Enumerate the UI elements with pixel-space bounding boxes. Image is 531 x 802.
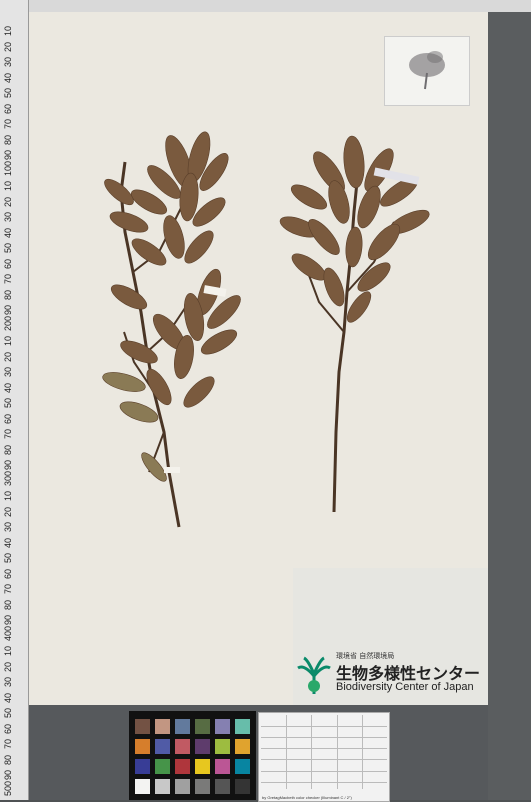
checker-patch [175,719,190,734]
biodiversity-center-logo-icon [297,656,331,694]
herbarium-specimen-image: 環境省 自然環境局 生物多様性センター Biodiversity Center … [0,0,531,802]
ruler-label: 60 [3,723,13,734]
ruler-label: 80 [3,289,13,300]
checker-patch [155,719,170,734]
ruler-label: 70 [3,273,13,284]
checker-patch [135,739,150,754]
ruler-label: 50 [3,242,13,253]
ruler-label: 200 [3,315,13,331]
checker-patch [215,739,230,754]
ruler-label: 30 [3,676,13,687]
ruler-label: 50 [3,552,13,563]
ruler-label: 90 [3,459,13,470]
ruler-label: 30 [3,56,13,67]
ruler-label: 60 [3,568,13,579]
checker-patch [195,779,210,794]
checker-patch [175,739,190,754]
color-checker [129,711,256,800]
ruler-label: 80 [3,599,13,610]
checker-patch [235,739,250,754]
right-specimen [279,135,430,513]
checker-patch [135,719,150,734]
checker-patch [235,759,250,774]
specimen-tape [164,467,180,473]
reference-grid [261,715,387,789]
ruler-label: 90 [3,149,13,160]
checker-patch [155,739,170,754]
ruler-label: 70 [3,583,13,594]
color-reference-chart: by GretagMacbeth color checker (Illumina… [258,712,390,802]
chart-caption: by GretagMacbeth color checker (Illumina… [262,795,352,800]
ruler-label: 60 [3,103,13,114]
ruler-label: 500 [3,780,13,796]
checker-patch [195,759,210,774]
ruler-label: 60 [3,413,13,424]
ruler-label: 30 [3,366,13,377]
top-ruler [0,0,531,12]
ruler-label: 20 [3,506,13,517]
ruler-label: 40 [3,537,13,548]
fragment-packet [384,36,470,106]
ruler-label: 80 [3,134,13,145]
checker-patch [235,779,250,794]
ruler-label: 20 [3,661,13,672]
ruler-label: 60 [3,258,13,269]
ruler-label: 10 [3,490,13,501]
ruler-label: 40 [3,692,13,703]
checker-patch [175,759,190,774]
ruler-label: 400 [3,625,13,641]
ruler-label: 90 [3,769,13,780]
checker-patch [195,739,210,754]
ruler-label: 50 [3,397,13,408]
ruler-label: 70 [3,738,13,749]
ruler-label: 20 [3,41,13,52]
checker-patch [215,719,230,734]
ruler-label: 30 [3,521,13,532]
ruler-label: 10 [3,645,13,656]
checker-patch [135,779,150,794]
ruler-label: 10 [3,25,13,36]
ruler-label: 50 [3,707,13,718]
checker-patch [215,779,230,794]
ruler-label: 40 [3,382,13,393]
ruler-label: 40 [3,227,13,238]
checker-patch [135,759,150,774]
checker-patch [195,719,210,734]
checker-patch [215,759,230,774]
checker-patch [155,779,170,794]
ruler-label: 30 [3,211,13,222]
ruler-label: 300 [3,470,13,486]
ruler-label: 70 [3,428,13,439]
ruler-label: 40 [3,72,13,83]
ruler-label: 20 [3,351,13,362]
ruler-label: 20 [3,196,13,207]
ruler-label: 70 [3,118,13,129]
center-name-english: Biodiversity Center of Japan [336,681,474,693]
ruler-label: 10 [3,335,13,346]
ruler-label: 10 [3,180,13,191]
ruler-label: 90 [3,614,13,625]
checker-patch [235,719,250,734]
ruler-label: 80 [3,444,13,455]
checker-patch [175,779,190,794]
left-ruler: 10 20 30 40 50 60 70 80 90 100 10 20 30 40 50 60 70 80 90 2… [0,0,29,800]
ruler-label: 100 [3,160,13,176]
ruler-label: 90 [3,304,13,315]
ruler-label: 80 [3,754,13,765]
checker-patch [155,759,170,774]
ruler-label: 50 [3,87,13,98]
background-band [488,0,531,800]
